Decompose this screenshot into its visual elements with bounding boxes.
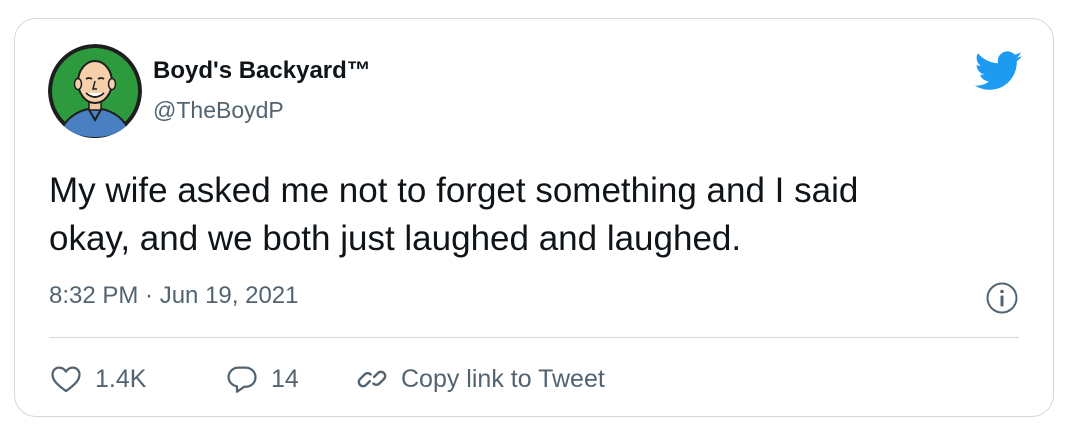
speech-bubble-icon bbox=[225, 362, 259, 396]
tweet-text: My wife asked me not to forget something… bbox=[49, 167, 1009, 263]
like-button[interactable]: 1.4K bbox=[49, 359, 146, 399]
twitter-bird-icon[interactable] bbox=[974, 51, 1023, 93]
author-name[interactable]: Boyd's Backyard™ bbox=[153, 57, 371, 85]
copy-link-label: Copy link to Tweet bbox=[401, 364, 605, 393]
reply-count: 14 bbox=[271, 364, 299, 393]
divider bbox=[49, 337, 1019, 338]
tweet-timestamp[interactable]: 8:32 PM · Jun 19, 2021 bbox=[49, 282, 299, 310]
link-icon bbox=[355, 362, 389, 396]
like-count: 1.4K bbox=[95, 364, 147, 393]
tweet-text-line: okay, and we both just laughed and laugh… bbox=[49, 219, 742, 258]
copy-link-button[interactable]: Copy link to Tweet bbox=[355, 359, 605, 399]
reply-button[interactable]: 14 bbox=[225, 359, 299, 399]
author-handle[interactable]: @TheBoydP bbox=[153, 97, 284, 124]
info-icon[interactable] bbox=[985, 281, 1019, 315]
tweet-text-line: My wife asked me not to forget something… bbox=[49, 171, 859, 210]
heart-icon bbox=[49, 362, 83, 396]
tweet-card[interactable]: Boyd's Backyard™ @TheBoydP My wife asked… bbox=[14, 18, 1054, 417]
avatar[interactable] bbox=[48, 44, 142, 138]
